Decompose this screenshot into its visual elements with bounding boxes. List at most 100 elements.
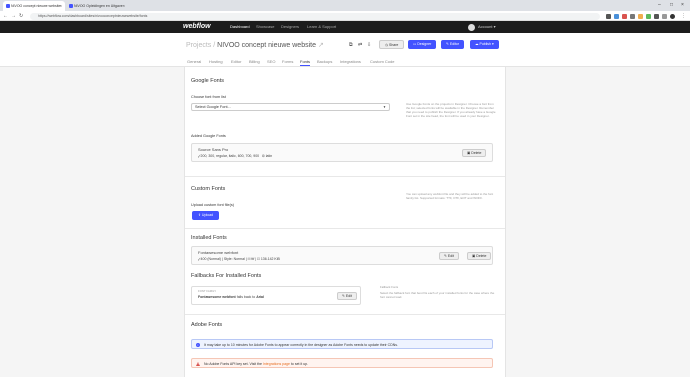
fallback-help-title: Fallback Fonts bbox=[380, 285, 399, 289]
open-external-icon[interactable]: ↗ bbox=[318, 42, 324, 49]
trash-icon: ▣ bbox=[467, 151, 471, 155]
google-font-card: Source Sans Pro 𝒻 200, 300, regular, ita… bbox=[191, 143, 493, 162]
adobe-fonts-heading: Adobe Fonts bbox=[191, 322, 223, 328]
extension-icon[interactable] bbox=[622, 13, 627, 19]
tab-hosting[interactable]: Hosting bbox=[209, 59, 223, 65]
page-title: NIVOO concept nieuwe website bbox=[217, 42, 316, 49]
nav-showcase[interactable]: Showcase bbox=[256, 24, 274, 30]
disk-icon: ▥ bbox=[257, 257, 260, 261]
delete-google-font-button[interactable]: ▣ Delete bbox=[462, 149, 487, 157]
file-icon: ▤ bbox=[247, 257, 251, 261]
edit-installed-font-button[interactable]: ✎ Edit bbox=[439, 252, 459, 260]
extension-icon[interactable] bbox=[606, 13, 611, 19]
editor-button[interactable]: ✎ Editor bbox=[441, 40, 465, 49]
font-family-label: FONT FAMILY bbox=[198, 289, 217, 293]
upload-font-label: Upload custom font file(s) bbox=[191, 203, 235, 207]
fallback-help: Select the fallback font that best fits … bbox=[380, 291, 495, 299]
added-google-fonts-label: Added Google Fonts bbox=[191, 134, 226, 138]
designer-button[interactable]: ▭ Designer bbox=[408, 40, 437, 49]
breadcrumb: Projects / NIVOO concept nieuwe website … bbox=[186, 42, 324, 49]
export-icon[interactable]: ⇩ bbox=[367, 42, 371, 48]
account-menu[interactable]: Account ▾ bbox=[478, 24, 496, 30]
upload-icon: ⇪ bbox=[198, 213, 201, 217]
weight-icon: 𝒻 bbox=[198, 154, 200, 158]
nav-learn-support[interactable]: Learn & Support bbox=[307, 24, 336, 30]
installed-font-card: Fontawesome webfont 𝒻 400 (Normal) | Sty… bbox=[191, 246, 493, 265]
extension-icon[interactable] bbox=[638, 13, 643, 19]
tab-custom-code[interactable]: Custom Code bbox=[370, 59, 394, 65]
globe-icon: ◍ bbox=[262, 154, 265, 158]
choose-font-label: Choose font from list bbox=[191, 95, 226, 99]
settings-tabs: General Hosting Editor Billing SEO Forms… bbox=[0, 58, 690, 67]
nav-dashboard[interactable]: Dashboard bbox=[230, 24, 250, 30]
google-font-name: Source Sans Pro bbox=[198, 147, 229, 152]
webflow-favicon-icon bbox=[6, 4, 10, 8]
url-input[interactable]: https://webflow.com/dashboard/sites/nivo… bbox=[30, 12, 600, 20]
pencil-icon: ✎ bbox=[444, 254, 447, 258]
fallback-card: FONT FAMILY Fontawesome webfont falls ba… bbox=[191, 286, 361, 305]
nav-designers[interactable]: Designers bbox=[281, 24, 299, 30]
webflow-favicon-icon bbox=[69, 4, 73, 8]
custom-fonts-help: You can upload any webfont file and they… bbox=[406, 192, 494, 200]
divider bbox=[185, 228, 505, 229]
integrations-page-link[interactable]: Integrations page bbox=[263, 362, 290, 366]
webflow-logo[interactable]: webflow bbox=[183, 23, 211, 30]
tab-forms[interactable]: Forms bbox=[282, 59, 293, 65]
extension-icon[interactable] bbox=[614, 13, 619, 19]
installed-font-name: Fontawesome webfont bbox=[198, 250, 239, 255]
google-font-weights: 𝒻 200, 300, regular, italic, 600, 700, 9… bbox=[198, 154, 273, 158]
weight-icon: 𝒻 bbox=[198, 257, 200, 261]
trash-icon: ▣ bbox=[472, 254, 476, 258]
installed-font-meta: 𝒻 400 (Normal) | Style: Normal | ▤ ttf |… bbox=[198, 257, 280, 261]
tab-general[interactable]: General bbox=[187, 59, 201, 65]
duplicate-icon[interactable]: ⧉ bbox=[349, 42, 353, 48]
share-button[interactable]: ◷ Share bbox=[379, 40, 405, 49]
transfer-icon[interactable]: ⇄ bbox=[358, 42, 362, 48]
adobe-warning-alert: ! No Adobe Fonts API key set. Visit the … bbox=[191, 358, 493, 368]
close-tab-icon[interactable]: × bbox=[60, 1, 62, 11]
upload-button[interactable]: ⇪ Upload bbox=[192, 211, 220, 220]
breadcrumb-projects[interactable]: Projects bbox=[186, 42, 211, 49]
project-bar: Projects / NIVOO concept nieuwe website … bbox=[0, 33, 690, 58]
extension-icon[interactable] bbox=[662, 13, 667, 19]
publish-button[interactable]: ☁ Publish ▾ bbox=[470, 40, 499, 49]
maximize-icon[interactable]: □ bbox=[670, 0, 673, 10]
google-fonts-heading: Google Fonts bbox=[191, 78, 225, 84]
info-icon: i bbox=[196, 343, 200, 347]
tab-seo[interactable]: SEO bbox=[267, 59, 275, 65]
forward-icon[interactable]: → bbox=[11, 12, 16, 20]
reload-icon[interactable]: ↻ bbox=[19, 12, 23, 20]
extension-icon[interactable] bbox=[654, 13, 659, 19]
edit-fallback-button[interactable]: ✎ Edit bbox=[337, 292, 357, 300]
warning-icon: ! bbox=[196, 362, 200, 366]
fallbacks-heading: Fallbacks For Installed Fonts bbox=[191, 273, 262, 279]
menu-icon[interactable]: ⋮ bbox=[681, 12, 686, 20]
browser-tab[interactable]: NIVOO Opleidingen en Uitgave × bbox=[66, 1, 128, 11]
browser-tab-active[interactable]: NIVOO concept nieuwe website × bbox=[3, 1, 65, 11]
google-fonts-help: Use Google Fonts on the projects in Desi… bbox=[406, 102, 496, 118]
adobe-info-alert: i It may take up to 10 minutes for Adobe… bbox=[191, 339, 493, 349]
back-icon[interactable]: ← bbox=[3, 12, 8, 20]
tab-fonts[interactable]: Fonts bbox=[300, 59, 311, 66]
close-window-icon[interactable]: × bbox=[681, 0, 684, 10]
settings-content bbox=[0, 67, 690, 377]
extension-icon[interactable] bbox=[630, 13, 635, 19]
pencil-icon: ✎ bbox=[342, 294, 345, 298]
tab-billing[interactable]: Billing bbox=[249, 59, 260, 65]
minimize-icon[interactable]: – bbox=[658, 0, 661, 10]
installed-fonts-heading: Installed Fonts bbox=[191, 235, 227, 241]
fallback-rule: Fontawesome webfont falls back to Arial bbox=[198, 295, 264, 299]
tab-integrations[interactable]: Integrations bbox=[340, 59, 361, 65]
webflow-header: webflow Dashboard Showcase Designers Lea… bbox=[0, 21, 690, 33]
custom-fonts-heading: Custom Fonts bbox=[191, 186, 226, 192]
divider bbox=[185, 176, 505, 177]
tab-editor[interactable]: Editor bbox=[231, 59, 241, 65]
close-tab-icon[interactable]: × bbox=[123, 1, 125, 11]
delete-installed-font-button[interactable]: ▣ Delete bbox=[467, 252, 492, 260]
avatar[interactable] bbox=[468, 23, 475, 31]
google-font-select[interactable]: Select Google Font... ▼ bbox=[191, 103, 390, 111]
extension-icon[interactable] bbox=[646, 13, 651, 19]
tab-backups[interactable]: Backups bbox=[317, 59, 332, 65]
profile-icon[interactable] bbox=[670, 13, 675, 19]
browser-tab-strip: NIVOO concept nieuwe website × NIVOO Opl… bbox=[0, 0, 690, 11]
